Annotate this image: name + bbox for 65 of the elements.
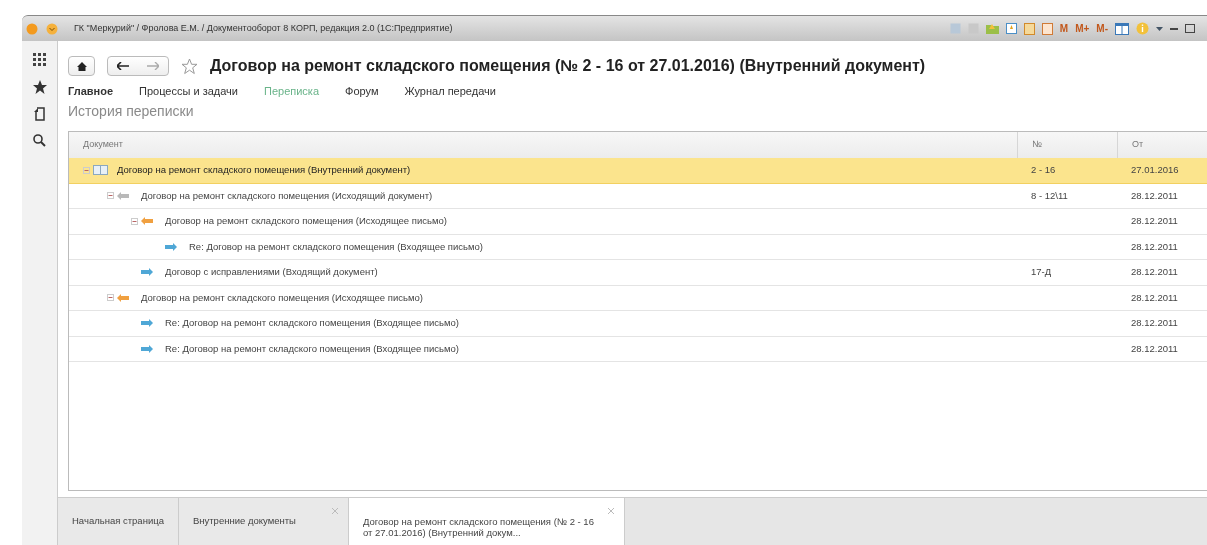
home-icon [76,61,87,71]
table-cell: Re: Договор на ремонт складского помещения (Входящее письмо) [189,239,483,254]
column-header[interactable]: Документ [83,138,123,152]
table-row[interactable]: Договор на ремонт складского помещения (Исходящее письмо) 28.12.2011 [69,285,1207,311]
right-arrow-icon [141,268,153,277]
table-row[interactable]: Договор на ремонт складского помещения (Внутренний документ) 2 - 16 27.01.2016 [69,158,1207,184]
table-cell: 28.12.2011 [1131,291,1178,303]
table-row[interactable]: Re: Договор на ремонт складского помещения (Входящее письмо) 28.12.2011 [69,336,1207,362]
nav-tab[interactable]: Главное [68,82,114,100]
book-icon [93,165,108,176]
column-header[interactable]: От [1132,138,1144,152]
table-cell: Договор на ремонт складского помещения (Исходящий документ) [141,188,433,203]
table-cell: 28.12.2011 [1131,266,1178,278]
table-cell: 28.12.2011 [1131,317,1178,329]
table-cell: 17-Д [1031,266,1052,278]
nav-tab[interactable]: Процессы и задачи [139,82,238,100]
table-row[interactable]: Договор на ремонт складского помещения (Исходящий документ) 8 - 12\11 28.12.2011 [69,183,1207,209]
minimize-icon[interactable] [1170,27,1178,30]
nav-tab[interactable]: Форум [345,82,379,100]
table-cell: Договор на ремонт складского помещения (Внутренний документ) [117,163,411,178]
section-title: История переписки [68,102,195,121]
table-cell: Договор на ремонт складского помещения (Исходящее письмо) [165,214,447,229]
dropdown-arrow-icon[interactable] [1156,26,1163,31]
left-arrow-icon [117,191,129,200]
collapse-icon[interactable] [107,192,114,200]
star-icon[interactable] [32,80,47,94]
collapse-icon[interactable] [83,166,90,174]
forward-arrow-icon [147,62,159,70]
right-arrow-icon [165,242,177,251]
table-cell: 28.12.2011 [1131,215,1178,227]
table-cell: 2 - 16 [1031,164,1056,176]
dropdown-icon[interactable] [46,22,58,35]
table-cell: 8 - 12\11 [1031,189,1068,201]
close-icon[interactable] [607,508,614,514]
favorite-star-icon[interactable] [181,57,198,75]
maximize-icon[interactable] [1185,24,1195,33]
home-button[interactable] [68,56,95,76]
table-cell: 28.12.2011 [1131,240,1178,252]
collapse-icon[interactable] [107,294,114,302]
table-cell: Договор на ремонт складского помещения (Исходящее письмо) [141,290,423,305]
nav-tab[interactable]: Журнал передачи [404,82,496,100]
table-cell: Договор с исправлениями (Входящий документ) [165,265,378,280]
document-title: Договор на ремонт складского помещения (№ 2 - 16 от 27.01.2016) (Внутренний документ) [210,56,926,76]
table-cell: 28.12.2011 [1131,189,1178,201]
collapse-icon[interactable] [131,217,138,225]
left-arrow-icon [141,217,153,226]
table-row[interactable]: Re: Договор на ремонт складского помещения (Входящее письмо) 28.12.2011 [69,311,1207,337]
right-arrow-icon [141,344,153,353]
table-cell: 28.12.2011 [1131,342,1178,354]
panel-layout-icon[interactable] [1115,22,1129,35]
apps-grid-icon[interactable] [32,53,47,67]
search-icon[interactable] [33,134,46,147]
table-row[interactable]: Договор с исправлениями (Входящий документ) 17-Д 28.12.2011 [69,260,1207,286]
table-cell: Re: Договор на ремонт складского помещения (Входящее письмо) [165,341,459,356]
right-arrow-icon [141,319,153,328]
back-arrow-icon [117,62,129,70]
history-icon[interactable] [33,107,46,121]
window-title: ГК "Меркурий" / Фролова Е.М. / Документооборот 8 КОРП, редакция 2.0 (1С:Предприятие) [74,21,453,35]
table-row[interactable]: Re: Договор на ремонт складского помещения (Входящее письмо) 28.12.2011 [69,234,1207,260]
tab[interactable]: Договор на ремонт складского помещения (№ 2 - 16 от 27.01.2016) (Внутренний докум... [348,498,625,545]
table-cell: 27.01.2016 [1131,164,1179,176]
table-cell: Re: Договор на ремонт складского помещения (Входящее письмо) [165,316,459,331]
column-header[interactable]: № [1032,138,1042,152]
left-arrow-icon [117,293,129,302]
table-row[interactable]: Договор на ремонт складского помещения (Исходящее письмо) 28.12.2011 [69,209,1207,235]
